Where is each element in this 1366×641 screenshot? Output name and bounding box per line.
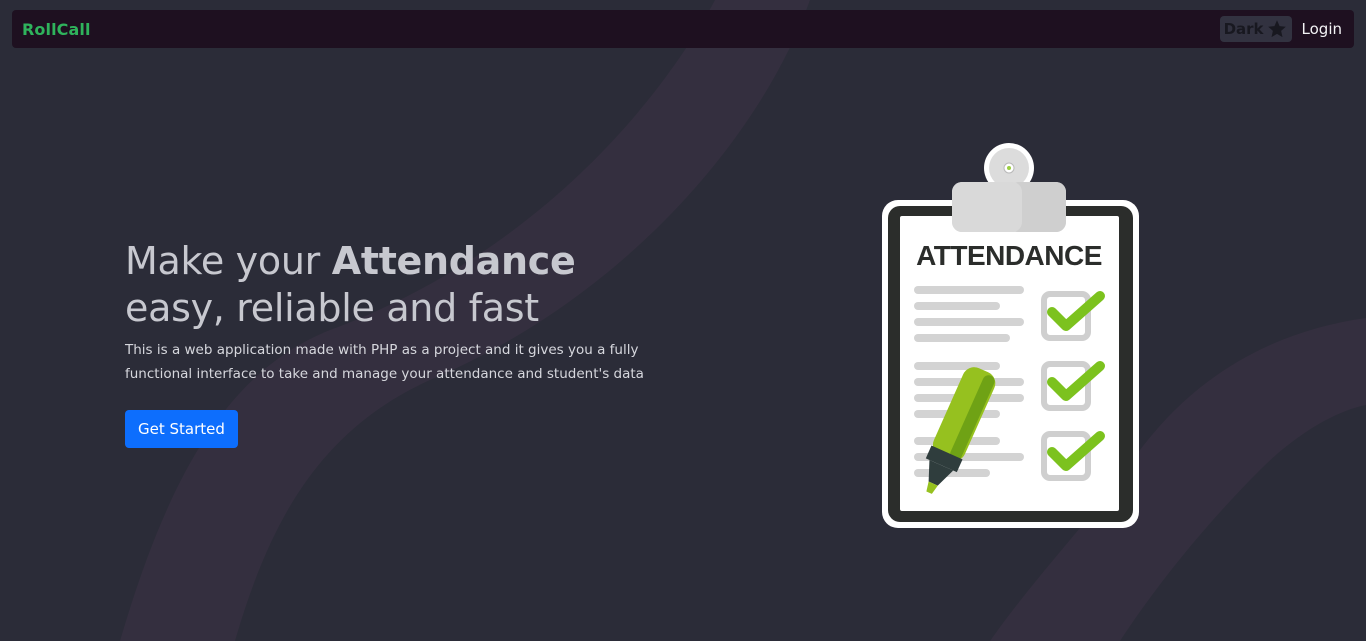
- theme-toggle-label: Dark: [1223, 20, 1264, 38]
- theme-toggle-button[interactable]: Dark: [1219, 16, 1292, 42]
- navbar-actions: Dark Login: [1219, 16, 1342, 42]
- hero-section: Make your Attendance easy, reliable and f…: [125, 238, 745, 448]
- hero-description: This is a web application made with PHP …: [125, 342, 644, 382]
- hero-title: Make your Attendance easy, reliable and f…: [125, 238, 745, 332]
- clipboard-checklist-icon: ATTENDANCE: [882, 143, 1139, 528]
- page: RollCall Dark Login Make your Attendance…: [0, 0, 1366, 641]
- illustration-heading: ATTENDANCE: [916, 240, 1102, 271]
- top-navbar: RollCall Dark Login: [12, 10, 1354, 48]
- hero-title-part1: Make your: [125, 239, 332, 283]
- hero-title-bold: Attendance: [331, 239, 576, 283]
- get-started-button[interactable]: Get Started: [125, 410, 238, 448]
- hero-title-line2: easy, reliable and fast: [125, 286, 539, 330]
- star-icon: [1267, 20, 1286, 38]
- brand-logo[interactable]: RollCall: [22, 20, 91, 39]
- login-link[interactable]: Login: [1302, 20, 1342, 38]
